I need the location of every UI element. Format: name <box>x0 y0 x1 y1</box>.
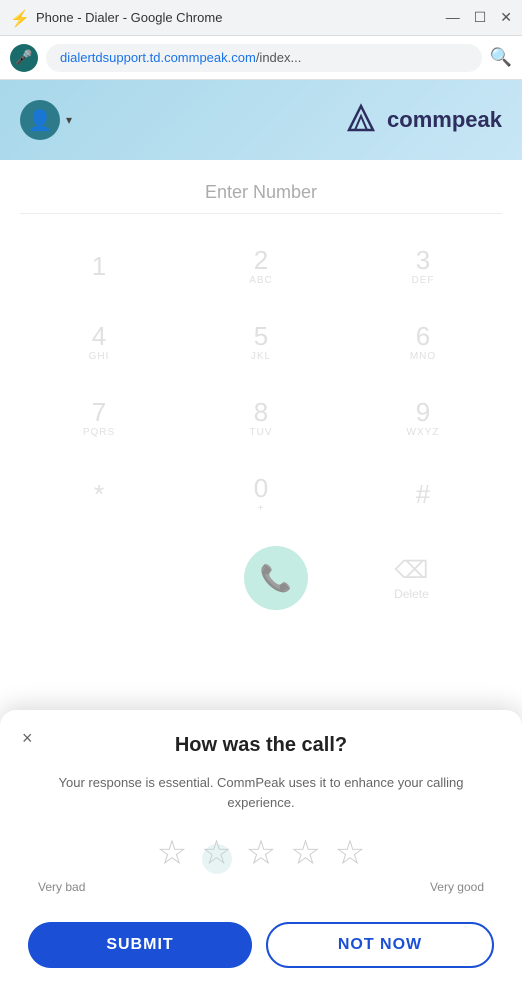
star-5[interactable]: ☆ <box>335 836 365 870</box>
avatar-icon: 👤 <box>28 108 53 133</box>
dialer-wrapper: 12ABC3DEF4GHI5JKL6MNO7PQRS8TUV9WXYZ*0+# … <box>0 160 522 630</box>
commpeak-logo-icon <box>343 102 379 138</box>
logo-text: commpeak <box>387 107 502 133</box>
title-bar: ⚡ Phone - Dialer - Google Chrome — ☐ ✕ <box>0 0 522 36</box>
key-number: 9 <box>416 398 430 427</box>
not-now-button[interactable]: NOT NOW <box>266 922 494 968</box>
key-*[interactable]: * <box>20 458 178 530</box>
key-8[interactable]: 8TUV <box>182 382 340 454</box>
rating-modal: × How was the call? Your response is ess… <box>0 710 522 998</box>
key-number: 3 <box>416 246 430 275</box>
key-number: 8 <box>254 398 268 427</box>
number-input[interactable] <box>20 176 502 214</box>
key-letters: TUV <box>250 427 273 438</box>
key-number: * <box>94 480 104 509</box>
very-bad-label: Very bad <box>38 880 85 894</box>
key-number: 5 <box>254 322 268 351</box>
window-controls: — ☐ ✕ <box>446 9 512 26</box>
key-9[interactable]: 9WXYZ <box>344 382 502 454</box>
app-header: 👤 ▾ commpeak <box>0 80 522 160</box>
submit-button[interactable]: SUBMIT <box>28 922 252 968</box>
star-4[interactable]: ☆ <box>290 836 320 870</box>
mic-icon: 🎤 <box>15 49 32 66</box>
button-row: SUBMIT NOT NOW <box>28 922 494 968</box>
key-5[interactable]: 5JKL <box>182 306 340 378</box>
star-3[interactable]: ☆ <box>246 836 276 870</box>
key-number: # <box>416 480 430 509</box>
keypad: 12ABC3DEF4GHI5JKL6MNO7PQRS8TUV9WXYZ*0+# <box>20 230 502 530</box>
key-letters: + <box>258 503 265 514</box>
avatar-area[interactable]: 👤 ▾ <box>20 100 72 140</box>
stars-row: ☆ ☆ ☆ ☆ ☆ <box>28 836 494 870</box>
action-row: 📞 ⌫ Delete <box>20 546 502 630</box>
call-button[interactable]: 📞 <box>244 546 308 610</box>
url-text: dialertdsupport.td.commpeak.com <box>60 50 256 65</box>
close-button[interactable]: ✕ <box>500 9 512 26</box>
maximize-button[interactable]: ☐ <box>474 9 487 26</box>
delete-button[interactable]: ⌫ Delete <box>394 556 429 601</box>
key-6[interactable]: 6MNO <box>344 306 502 378</box>
modal-description: Your response is essential. CommPeak use… <box>28 773 494 812</box>
logo-area: commpeak <box>343 102 502 138</box>
avatar: 👤 <box>20 100 60 140</box>
key-2[interactable]: 2ABC <box>182 230 340 302</box>
address-bar: 🎤 dialertdsupport.td.commpeak.com /index… <box>0 36 522 80</box>
window-title: Phone - Dialer - Google Chrome <box>36 10 446 25</box>
key-letters: DEF <box>412 275 435 286</box>
star-1[interactable]: ☆ <box>157 836 187 870</box>
key-letters: ABC <box>249 275 273 286</box>
key-letters: JKL <box>251 351 271 362</box>
key-1[interactable]: 1 <box>20 230 178 302</box>
star-labels: Very bad Very good <box>28 880 494 894</box>
delete-label: Delete <box>394 587 429 601</box>
key-0[interactable]: 0+ <box>182 458 340 530</box>
key-number: 7 <box>92 398 106 427</box>
key-number: 0 <box>254 474 268 503</box>
very-good-label: Very good <box>430 880 484 894</box>
modal-title: How was the call? <box>28 734 494 757</box>
key-letters: GHI <box>89 351 110 362</box>
modal-close-button[interactable]: × <box>22 728 33 749</box>
chevron-down-icon: ▾ <box>66 113 72 127</box>
url-suffix: /index... <box>256 50 302 65</box>
key-#[interactable]: # <box>344 458 502 530</box>
key-number: 1 <box>92 252 106 281</box>
url-bar[interactable]: dialertdsupport.td.commpeak.com /index..… <box>46 44 482 72</box>
key-number: 6 <box>416 322 430 351</box>
minimize-button[interactable]: — <box>446 9 460 26</box>
microphone-button[interactable]: 🎤 <box>10 44 38 72</box>
backspace-icon: ⌫ <box>394 556 428 585</box>
search-icon[interactable]: 🔍 <box>490 47 512 68</box>
dialer-area: 12ABC3DEF4GHI5JKL6MNO7PQRS8TUV9WXYZ*0+# … <box>0 160 522 630</box>
phone-icon: 📞 <box>259 563 291 594</box>
browser-icon: ⚡ <box>10 9 28 27</box>
star-2[interactable]: ☆ <box>201 836 231 870</box>
key-letters: PQRS <box>83 427 115 438</box>
key-4[interactable]: 4GHI <box>20 306 178 378</box>
key-letters: MNO <box>410 351 436 362</box>
key-letters: WXYZ <box>407 427 440 438</box>
key-number: 2 <box>254 246 268 275</box>
key-number: 4 <box>92 322 106 351</box>
key-7[interactable]: 7PQRS <box>20 382 178 454</box>
key-3[interactable]: 3DEF <box>344 230 502 302</box>
